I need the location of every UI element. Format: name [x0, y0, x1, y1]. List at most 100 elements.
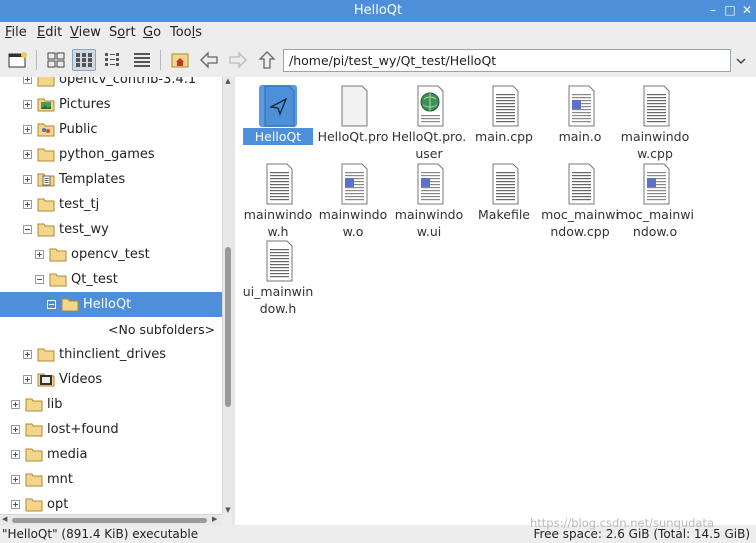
menu-go[interactable]: Go	[143, 25, 161, 40]
maximize-button[interactable]: □	[723, 3, 737, 17]
no-subfolders-label: <No subfolders>	[108, 322, 216, 337]
expand-icon[interactable]	[11, 500, 20, 509]
file-name: mainwindow.cpp	[620, 129, 690, 161]
home-icon[interactable]	[168, 49, 192, 71]
tree-item[interactable]: test_wy	[0, 217, 222, 242]
tree-scroll-thumb[interactable]	[225, 247, 231, 407]
tree-item[interactable]: opencv_test	[0, 242, 222, 267]
tree-vertical-scrollbar[interactable]: ▲ ▼	[222, 77, 232, 514]
expand-icon[interactable]	[11, 425, 20, 434]
folder-icon	[37, 77, 55, 87]
file-item[interactable]: mainwindow.ui	[390, 163, 468, 243]
close-button[interactable]: ✕	[740, 3, 754, 17]
tree-item-label: python_games	[59, 147, 155, 162]
scroll-right-arrow-icon[interactable]: ▶	[212, 515, 217, 523]
file-item[interactable]: mainwindow.h	[239, 163, 317, 243]
tree-empty-note: <No subfolders>	[0, 317, 222, 342]
file-item[interactable]: HelloQt.pro.user	[390, 85, 468, 165]
forward-icon[interactable]	[226, 49, 250, 71]
tree-item[interactable]: lost+found	[0, 417, 222, 442]
status-selection-info: "HelloQt" (891.4 KiB) executable	[2, 527, 199, 541]
tree-item[interactable]: lib	[0, 392, 222, 417]
icon-view-icon[interactable]	[44, 49, 68, 71]
tree-item-label: opencv_contrib-3.4.1	[59, 77, 197, 87]
tree-item[interactable]: Templates	[0, 167, 222, 192]
tree-item[interactable]: thinclient_drives	[0, 342, 222, 367]
file-name: HelloQt.pro.user	[391, 129, 467, 161]
file-item[interactable]: HelloQt	[239, 85, 317, 165]
file-name: ui_mainwindow.h	[242, 284, 314, 316]
tree-item-label: HelloQt	[83, 297, 132, 312]
location-path-input[interactable]: /home/pi/test_wy/Qt_test/HelloQt	[283, 49, 731, 72]
file-item[interactable]: main.o	[541, 85, 619, 165]
thumbnail-view-icon[interactable]	[72, 49, 96, 71]
expand-icon[interactable]	[23, 100, 32, 109]
minimize-button[interactable]: –	[706, 3, 720, 17]
tree-item[interactable]: Public	[0, 117, 222, 142]
scroll-up-arrow-icon[interactable]: ▲	[224, 77, 232, 85]
file-name: HelloQt	[243, 128, 313, 145]
tree-item[interactable]: opt	[0, 492, 222, 514]
folder-icon	[49, 272, 67, 287]
menu-file[interactable]: File	[5, 25, 27, 40]
expand-icon[interactable]	[11, 400, 20, 409]
file-name: main.o	[558, 129, 602, 144]
tree-item[interactable]: opencv_contrib-3.4.1	[0, 77, 222, 92]
tree-item[interactable]: Videos	[0, 367, 222, 392]
back-icon[interactable]	[197, 49, 221, 71]
tree-item-label: mnt	[47, 472, 73, 487]
file-item[interactable]: Makefile	[465, 163, 543, 243]
expand-icon[interactable]	[23, 200, 32, 209]
file-item[interactable]: main.cpp	[465, 85, 543, 165]
tree-item[interactable]: test_tj	[0, 192, 222, 217]
file-item[interactable]: moc_mainwindow.o	[616, 163, 694, 243]
menu-edit[interactable]: Edit	[37, 25, 62, 40]
list-view-icon[interactable]	[130, 49, 154, 71]
directory-tree[interactable]: opencv_contrib-3.4.1 Pictures Public python…	[0, 77, 222, 514]
up-icon[interactable]	[255, 49, 279, 71]
folder-icon	[37, 197, 55, 212]
expand-icon[interactable]	[23, 77, 32, 84]
folder-icon	[25, 447, 43, 462]
expand-icon[interactable]	[35, 250, 44, 259]
tree-horizontal-scrollbar[interactable]: ◀ ▶	[0, 514, 222, 525]
scroll-down-arrow-icon[interactable]: ▼	[224, 506, 232, 514]
object-file-icon	[410, 163, 448, 205]
collapse-icon[interactable]	[47, 300, 56, 309]
new-window-icon[interactable]	[6, 49, 30, 71]
collapse-icon[interactable]	[23, 225, 32, 234]
executable-file-icon	[259, 85, 297, 127]
menu-tools[interactable]: Tools	[170, 25, 202, 40]
file-item[interactable]: HelloQt.pro	[314, 85, 392, 165]
menu-view[interactable]: View	[70, 25, 101, 40]
menu-sort[interactable]: Sort	[109, 25, 136, 40]
tree-item-label: lib	[47, 397, 63, 412]
tree-item[interactable]: HelloQt	[0, 292, 222, 317]
file-item[interactable]: moc_mainwindow.cpp	[541, 163, 619, 243]
file-item[interactable]: mainwindow.cpp	[616, 85, 694, 165]
expand-icon[interactable]	[23, 150, 32, 159]
file-item[interactable]: mainwindow.o	[314, 163, 392, 243]
expand-icon[interactable]	[23, 125, 32, 134]
scroll-left-arrow-icon[interactable]: ◀	[2, 515, 7, 523]
file-view[interactable]: HelloQt HelloQt.pro HelloQt.pro.user main.c…	[235, 77, 756, 525]
tree-item[interactable]: Qt_test	[0, 267, 222, 292]
compact-view-icon[interactable]	[101, 49, 125, 71]
tree-item-label: thinclient_drives	[59, 347, 167, 362]
collapse-icon[interactable]	[35, 275, 44, 284]
expand-icon[interactable]	[23, 350, 32, 359]
expand-icon[interactable]	[23, 375, 32, 384]
folder-icon	[61, 297, 79, 312]
tree-item[interactable]: media	[0, 442, 222, 467]
tree-item-label: Pictures	[59, 97, 111, 112]
expand-icon[interactable]	[11, 450, 20, 459]
folder-icon	[25, 422, 43, 437]
tree-item[interactable]: mnt	[0, 467, 222, 492]
expand-icon[interactable]	[11, 475, 20, 484]
tree-item[interactable]: Pictures	[0, 92, 222, 117]
tree-item[interactable]: python_games	[0, 142, 222, 167]
tree-hscroll-thumb[interactable]	[12, 518, 207, 523]
file-item[interactable]: ui_mainwindow.h	[239, 240, 317, 320]
chevron-down-icon[interactable]	[734, 54, 748, 68]
expand-icon[interactable]	[23, 175, 32, 184]
